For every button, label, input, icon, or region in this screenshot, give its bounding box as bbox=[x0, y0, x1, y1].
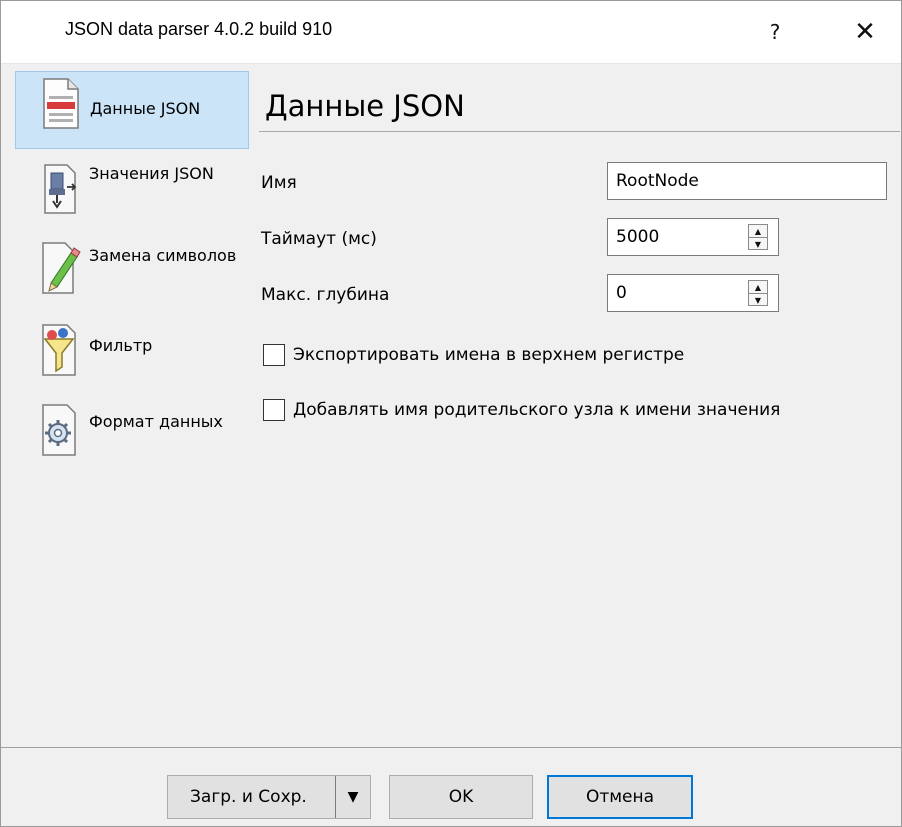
sidebar-item-label: Замена символов bbox=[89, 246, 237, 265]
sidebar-item-json-values[interactable]: Значения JSON bbox=[15, 159, 247, 229]
timeout-label: Таймаут (мс) bbox=[261, 229, 377, 249]
title-bar: JSON data parser 4.0.2 build 910 ? ✕ bbox=[1, 1, 901, 64]
sidebar: Данные JSON Значения JSON Замена символо… bbox=[9, 71, 259, 747]
title-divider bbox=[259, 131, 900, 132]
spin-down-icon[interactable]: ▼ bbox=[749, 238, 767, 250]
sidebar-item-replace-chars[interactable]: Замена символов bbox=[15, 233, 247, 311]
timeout-spinner[interactable]: ▲ ▼ bbox=[748, 224, 768, 250]
ok-label: OK bbox=[448, 787, 474, 807]
parent-node-name-label: Добавлять имя родительского узла к имени… bbox=[293, 400, 781, 420]
sidebar-item-label: Фильтр bbox=[89, 336, 153, 355]
checkbox-box[interactable] bbox=[263, 399, 285, 421]
pencil-edit-icon bbox=[37, 237, 81, 294]
cancel-button[interactable]: Отмена bbox=[547, 775, 693, 819]
name-label: Имя bbox=[261, 173, 297, 193]
close-button[interactable]: ✕ bbox=[835, 1, 895, 63]
sidebar-item-data-format[interactable]: Формат данных bbox=[15, 397, 247, 467]
footer-divider bbox=[1, 747, 901, 748]
sidebar-item-filter[interactable]: Фильтр bbox=[15, 319, 247, 381]
dropdown-arrow-icon[interactable]: ▼ bbox=[335, 776, 370, 818]
gear-format-icon bbox=[37, 401, 81, 456]
load-save-split-button[interactable]: Загр. и Сохр. ▼ bbox=[167, 775, 371, 819]
name-input[interactable] bbox=[608, 163, 886, 199]
cancel-label: Отмена bbox=[585, 787, 655, 807]
connector-icon bbox=[37, 163, 81, 215]
timeout-stepper[interactable]: ▲ ▼ bbox=[607, 218, 779, 256]
max-depth-stepper[interactable]: ▲ ▼ bbox=[607, 274, 779, 312]
uppercase-names-checkbox[interactable]: Экспортировать имена в верхнем регистре bbox=[263, 344, 684, 366]
filter-funnel-icon bbox=[37, 323, 81, 376]
max-depth-spinner[interactable]: ▲ ▼ bbox=[748, 280, 768, 306]
max-depth-label: Макс. глубина bbox=[261, 285, 390, 305]
load-save-label: Загр. и Сохр. bbox=[190, 787, 307, 807]
checkbox-box[interactable] bbox=[263, 344, 285, 366]
name-field[interactable] bbox=[607, 162, 887, 200]
spin-up-icon[interactable]: ▲ bbox=[749, 225, 767, 238]
sidebar-item-label: Формат данных bbox=[89, 412, 223, 431]
spin-down-icon[interactable]: ▼ bbox=[749, 294, 767, 306]
document-icon bbox=[38, 76, 82, 129]
ok-button[interactable]: OK bbox=[389, 775, 533, 819]
sidebar-item-json-data[interactable]: Данные JSON bbox=[15, 71, 249, 149]
sidebar-item-label: Данные JSON bbox=[90, 99, 201, 118]
sidebar-item-label: Значения JSON bbox=[89, 164, 214, 183]
spin-up-icon[interactable]: ▲ bbox=[749, 281, 767, 294]
help-button[interactable]: ? bbox=[745, 1, 805, 63]
parent-node-name-checkbox[interactable]: Добавлять имя родительского узла к имени… bbox=[263, 399, 780, 421]
dialog-window: JSON data parser 4.0.2 build 910 ? ✕ Дан… bbox=[0, 0, 902, 827]
uppercase-names-label: Экспортировать имена в верхнем регистре bbox=[293, 345, 685, 365]
page-title: Данные JSON bbox=[265, 89, 465, 123]
window-title: JSON data parser 4.0.2 build 910 bbox=[65, 19, 333, 39]
